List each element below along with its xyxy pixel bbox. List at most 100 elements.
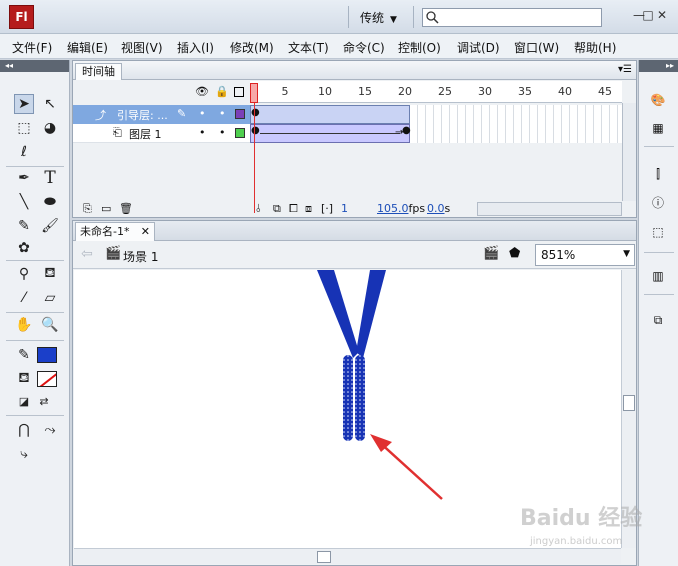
eye-icon[interactable]: 👁: [195, 85, 209, 98]
menu-text[interactable]: 文本(T): [288, 39, 329, 56]
subselection-icon[interactable]: ↖: [40, 94, 60, 114]
guide-frame-span[interactable]: [250, 105, 410, 124]
current-frame-readout[interactable]: 1: [341, 202, 348, 215]
right-branch-shape: [356, 270, 386, 358]
ruler-label: 30: [478, 85, 492, 98]
frame-grid[interactable]: → ● ● ●: [250, 105, 622, 143]
seconds-unit: s: [444, 202, 451, 215]
library-panel-icon[interactable]: ▥: [648, 266, 668, 286]
black-white-icon[interactable]: ◪: [14, 391, 34, 411]
tab-document[interactable]: 未命名-1* ✕: [75, 222, 155, 241]
free-transform-icon[interactable]: ⬚: [14, 118, 34, 138]
menu-edit[interactable]: 编辑(E): [67, 39, 108, 56]
center-frame-icon[interactable]: ⫰: [256, 202, 261, 216]
visibility-dot[interactable]: •: [199, 126, 206, 139]
pen-icon[interactable]: ✒: [14, 168, 34, 188]
ruler-label: 5: [281, 85, 289, 98]
paint-bucket-icon[interactable]: ⛾: [40, 264, 60, 284]
scroll-thumb[interactable]: [317, 551, 331, 563]
layer-row-1[interactable]: ⎗ 图层 1 • •: [73, 124, 250, 143]
tab-timeline[interactable]: 时间轴: [75, 63, 122, 80]
lock-dot[interactable]: •: [219, 126, 226, 139]
zoom-value: 851%: [541, 248, 576, 262]
text-icon[interactable]: T: [40, 168, 60, 188]
eyedropper-icon[interactable]: ⁄: [14, 288, 34, 308]
3d-rotation-icon[interactable]: ◕: [40, 118, 60, 138]
restore-button[interactable]: □: [641, 8, 655, 22]
panel-menu-icon[interactable]: ▾☰: [618, 64, 632, 75]
swatches-panel-icon[interactable]: ▦: [648, 118, 668, 138]
menu-control[interactable]: 控制(O): [398, 39, 441, 56]
edit-multiple-icon[interactable]: ⧈: [305, 202, 312, 216]
layer-outline-color[interactable]: [235, 109, 245, 119]
new-folder-icon[interactable]: ▭: [101, 202, 111, 215]
visibility-dot[interactable]: •: [199, 107, 206, 120]
transform-panel-icon[interactable]: ⬚: [648, 222, 668, 242]
timeline-horizontal-scrollbar[interactable]: [477, 202, 622, 216]
color-panel-icon[interactable]: 🎨: [648, 90, 668, 110]
straighten-icon[interactable]: ⤷: [14, 444, 34, 464]
fill-color-swatch[interactable]: [37, 371, 57, 387]
pencil-icon[interactable]: ✎: [14, 216, 34, 236]
zoom-select[interactable]: 851% ▼: [535, 244, 635, 266]
scene-label[interactable]: 场景 1: [123, 248, 158, 265]
menu-debug[interactable]: 调试(D): [457, 39, 500, 56]
frame-ruler[interactable]: 1 5 10 15 20 25 30 35 40 45: [250, 81, 622, 103]
workspace-label: 传统: [360, 11, 385, 25]
outline-icon[interactable]: [234, 87, 244, 97]
snap-icon[interactable]: ⋂: [14, 420, 34, 440]
deco-icon[interactable]: ✿: [14, 238, 34, 258]
selected-stem-right: [355, 355, 365, 441]
lock-icon[interactable]: 🔒: [215, 85, 229, 98]
onion-outline-icon[interactable]: ⧠: [289, 202, 298, 216]
menu-help[interactable]: 帮助(H): [574, 39, 616, 56]
elapsed-time-readout[interactable]: 0.0s: [427, 202, 450, 215]
hand-icon[interactable]: ✋: [14, 315, 34, 335]
menu-file[interactable]: 文件(F): [12, 39, 52, 56]
components-panel-icon[interactable]: ⧉: [648, 310, 668, 330]
smooth-icon[interactable]: ⤳: [40, 420, 60, 440]
layer-row-guide[interactable]: ⤴ 引导层: ... ✎ • •: [73, 105, 250, 124]
help-search-input[interactable]: [422, 8, 602, 27]
swap-colors-icon[interactable]: ⇄: [34, 391, 54, 411]
playhead-marker[interactable]: [250, 83, 258, 103]
close-icon[interactable]: ✕: [141, 223, 150, 241]
bone-icon[interactable]: ⚲: [14, 264, 34, 284]
layer-name: 引导层: ...: [117, 109, 168, 122]
menu-view[interactable]: 视图(V): [121, 39, 163, 56]
new-layer-icon[interactable]: ⎘: [83, 202, 92, 216]
edit-symbols-icon[interactable]: ⬟: [509, 246, 520, 261]
layer-outline-color[interactable]: [235, 128, 245, 138]
lock-dot[interactable]: •: [219, 107, 226, 120]
stage-horizontal-scrollbar[interactable]: [74, 548, 621, 564]
brush-icon[interactable]: 🖌: [40, 216, 60, 236]
info-panel-icon[interactable]: ⓘ: [648, 192, 668, 212]
stroke-color-swatch[interactable]: [37, 347, 57, 363]
menu-window[interactable]: 窗口(W): [514, 39, 559, 56]
scroll-thumb[interactable]: [623, 395, 635, 411]
selection-icon[interactable]: ➤: [14, 94, 34, 114]
workspace-switcher[interactable]: 传统 ▼: [360, 9, 397, 26]
menu-modify[interactable]: 修改(M): [230, 39, 274, 56]
expand-icon[interactable]: ▸▸: [639, 60, 678, 72]
zoom-icon[interactable]: 🔍: [40, 315, 60, 335]
collapse-icon[interactable]: ◂◂: [0, 60, 69, 72]
tool-separator: [6, 260, 64, 261]
line-icon[interactable]: ╲: [14, 192, 34, 212]
delete-icon[interactable]: 🗑: [119, 202, 133, 215]
frame-rate-readout[interactable]: 105.0fps: [377, 202, 425, 215]
layer-name: 图层 1: [129, 128, 162, 141]
oval-icon[interactable]: ⬬: [40, 192, 60, 212]
edit-scene-icon[interactable]: 🎬: [483, 246, 499, 261]
eraser-icon[interactable]: ▱: [40, 288, 60, 308]
back-arrow-icon[interactable]: ⇦: [81, 246, 93, 262]
align-panel-icon[interactable]: ⫿: [648, 164, 668, 184]
timeline-vertical-scrollbar[interactable]: [622, 103, 636, 201]
lasso-icon[interactable]: ℓ: [14, 142, 34, 162]
title-separator: [413, 6, 414, 28]
close-button[interactable]: ✕: [655, 8, 669, 22]
modify-markers-icon[interactable]: [·]: [321, 202, 333, 215]
menu-commands[interactable]: 命令(C): [343, 39, 385, 56]
menu-insert[interactable]: 插入(I): [177, 39, 214, 56]
onion-skin-icon[interactable]: ⧉: [273, 202, 281, 216]
